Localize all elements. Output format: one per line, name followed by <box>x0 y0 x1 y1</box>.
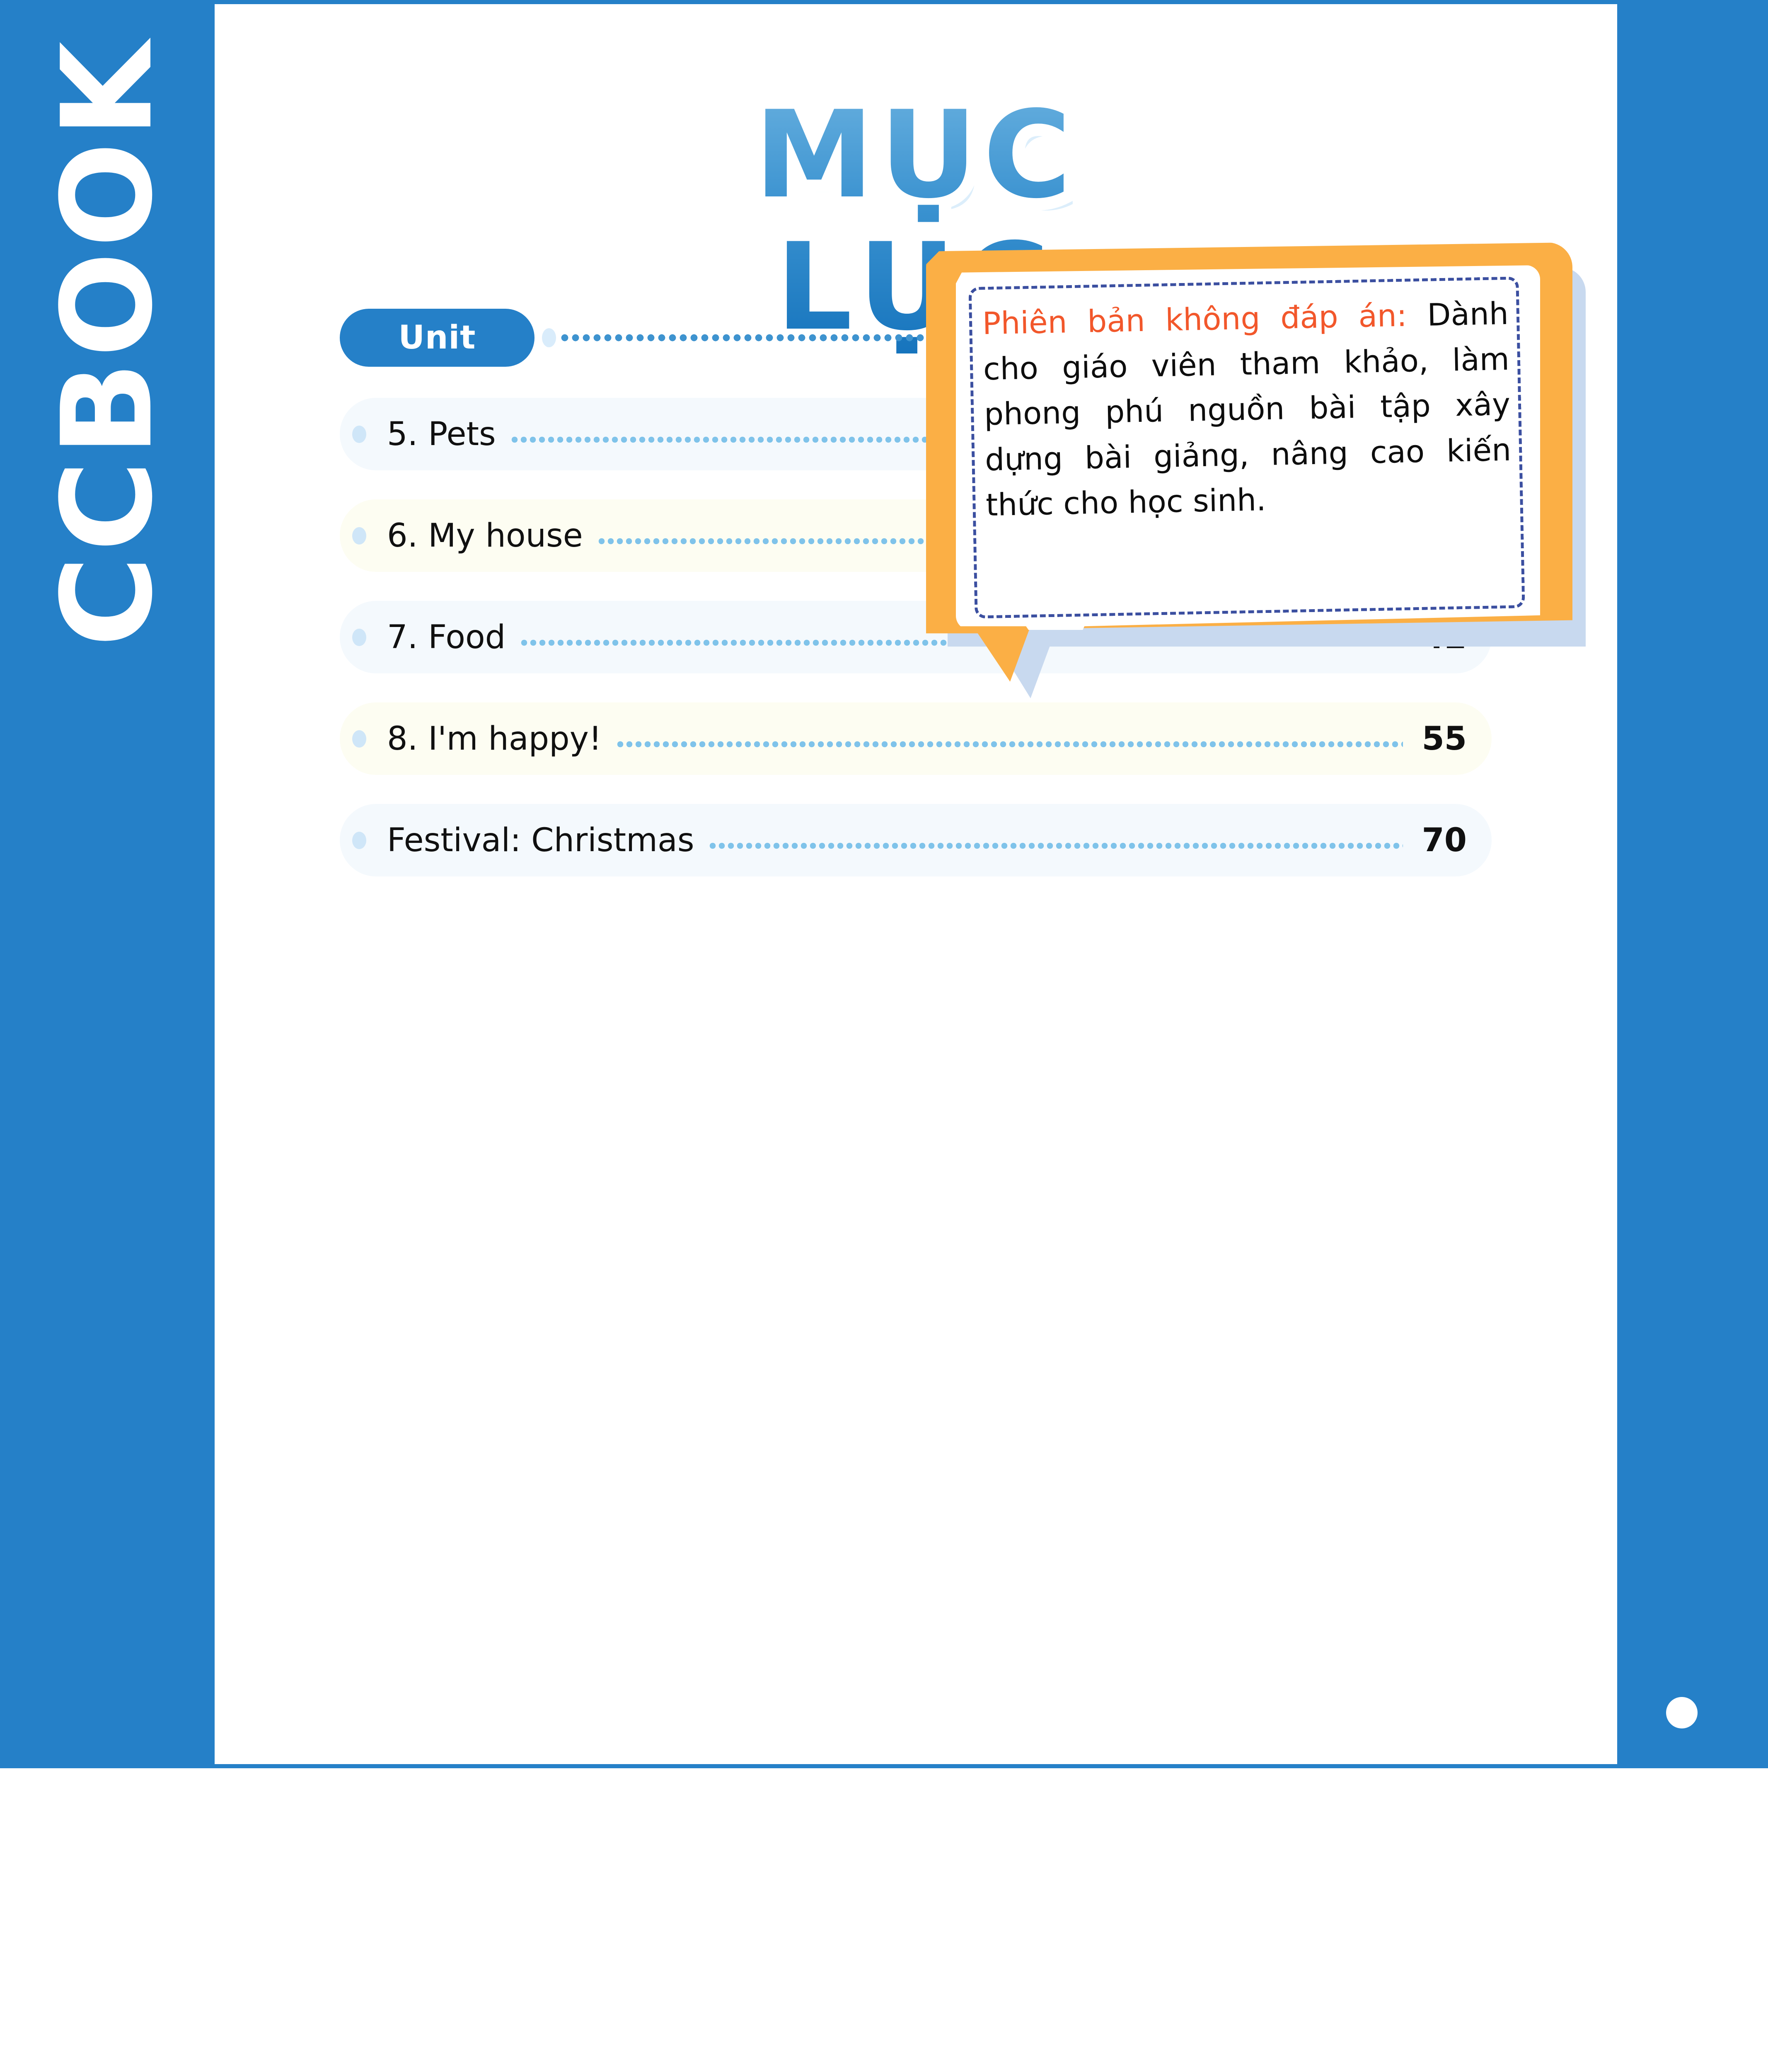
series-caption: Build-up 1B - Không đáp án (theo bộ sách… <box>1631 1669 1756 2072</box>
callout-bubble: Phiên bản không đáp án: Dành cho giáo vi… <box>926 242 1593 711</box>
ccbook-logo: CCBOOK <box>35 37 180 647</box>
unit-leader-dot <box>542 328 556 347</box>
toc-row-bullet-icon <box>352 425 366 443</box>
toc-row-label: 7. Food <box>387 618 506 656</box>
page-canvas: CCBOOK Build-up 1B - Không đáp án (theo … <box>0 0 1768 2072</box>
toc-row-label: 8. I'm happy! <box>387 720 602 758</box>
bottom-rule <box>0 1764 1768 1768</box>
toc-row-label: 6. My house <box>387 517 583 554</box>
callout-text: Phiên bản không đáp án: Dành cho giáo vi… <box>982 291 1512 528</box>
bar-bullet-dot <box>1666 1697 1698 1728</box>
toc-row-label: 5. Pets <box>387 415 496 453</box>
toc-row-bullet-icon <box>352 527 366 545</box>
right-caption-bar: Build-up 1B - Không đáp án (theo bộ sách… <box>1617 0 1768 2072</box>
top-rule <box>0 0 1768 4</box>
page-title: MỤC LỤC MỤC LỤC <box>609 77 1222 366</box>
toc-row-page-number: 55 <box>1422 720 1467 758</box>
toc-row-dot-leader <box>616 738 1403 750</box>
left-brand-bar: CCBOOK <box>0 0 215 1768</box>
toc-row-bullet-icon <box>352 628 366 646</box>
toc-row-bullet-icon <box>352 831 366 849</box>
toc-row[interactable]: Festival: Christmas 70 <box>340 804 1492 876</box>
toc-row-page-number: 70 <box>1422 821 1467 859</box>
toc-row[interactable]: 8. I'm happy! 55 <box>340 702 1492 775</box>
toc-row-dot-leader <box>708 840 1403 851</box>
toc-row-bullet-icon <box>352 730 366 748</box>
unit-badge[interactable]: Unit <box>340 309 535 367</box>
toc-row-label: Festival: Christmas <box>387 821 694 859</box>
series-caption-line-1: Build-up 1B - Không đáp án (theo bộ sách… <box>1686 1860 1721 2072</box>
callout-highlight: Phiên bản không đáp án: <box>982 298 1408 342</box>
